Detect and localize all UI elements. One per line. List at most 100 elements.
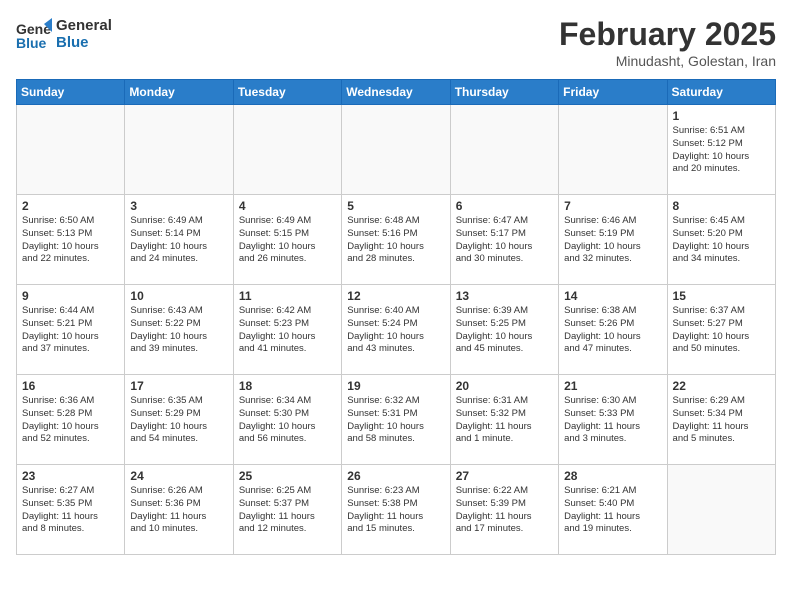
- day-number: 13: [456, 289, 553, 303]
- calendar-cell: [450, 105, 558, 195]
- logo-general: General: [56, 17, 112, 34]
- day-info: Sunrise: 6:31 AM Sunset: 5:32 PM Dayligh…: [456, 395, 553, 446]
- column-header-sunday: Sunday: [17, 80, 125, 105]
- calendar-cell: 21Sunrise: 6:30 AM Sunset: 5:33 PM Dayli…: [559, 375, 667, 465]
- day-info: Sunrise: 6:50 AM Sunset: 5:13 PM Dayligh…: [22, 215, 119, 266]
- logo-blue: Blue: [56, 34, 112, 51]
- day-info: Sunrise: 6:27 AM Sunset: 5:35 PM Dayligh…: [22, 485, 119, 536]
- day-info: Sunrise: 6:39 AM Sunset: 5:25 PM Dayligh…: [456, 305, 553, 356]
- day-number: 20: [456, 379, 553, 393]
- day-number: 21: [564, 379, 661, 393]
- day-number: 18: [239, 379, 336, 393]
- day-info: Sunrise: 6:47 AM Sunset: 5:17 PM Dayligh…: [456, 215, 553, 266]
- day-info: Sunrise: 6:26 AM Sunset: 5:36 PM Dayligh…: [130, 485, 227, 536]
- day-number: 23: [22, 469, 119, 483]
- calendar-cell: 16 Sunrise: 6:36 AM Sunset: 5:28 PM Dayli…: [17, 375, 125, 465]
- day-info: Sunrise: 6:46 AM Sunset: 5:19 PM Dayligh…: [564, 215, 661, 266]
- day-number: 22: [673, 379, 770, 393]
- day-info: Sunrise: 6:43 AM Sunset: 5:22 PM Dayligh…: [130, 305, 227, 356]
- day-number: 26: [347, 469, 444, 483]
- day-number: 4: [239, 199, 336, 213]
- calendar-cell: 19 Sunrise: 6:32 AM Sunset: 5:31 PM Dayli…: [342, 375, 450, 465]
- day-info: Sunrise: 6:48 AM Sunset: 5:16 PM Dayligh…: [347, 215, 444, 266]
- column-header-thursday: Thursday: [450, 80, 558, 105]
- calendar-cell: [233, 105, 341, 195]
- calendar-cell: 27 Sunrise: 6:22 AM Sunset: 5:39 PM Dayli…: [450, 465, 558, 555]
- calendar-cell: 8 Sunrise: 6:45 AM Sunset: 5:20 PM Daylig…: [667, 195, 775, 285]
- location: Minudasht, Golestan, Iran: [559, 53, 776, 69]
- day-info: Sunrise: 6:38 AM Sunset: 5:26 PM Dayligh…: [564, 305, 661, 356]
- day-info: Sunrise: 6:37 AM Sunset: 5:27 PM Dayligh…: [673, 305, 770, 356]
- day-info: Sunrise: 6:25 AM Sunset: 5:37 PM Dayligh…: [239, 485, 336, 536]
- day-number: 1: [673, 109, 770, 123]
- day-info: Sunrise: 6:44 AM Sunset: 5:21 PM Dayligh…: [22, 305, 119, 356]
- column-header-friday: Friday: [559, 80, 667, 105]
- day-info: Sunrise: 6:32 AM Sunset: 5:31 PM Dayligh…: [347, 395, 444, 446]
- calendar-cell: [559, 105, 667, 195]
- day-number: 17: [130, 379, 227, 393]
- day-info: Sunrise: 6:40 AM Sunset: 5:24 PM Dayligh…: [347, 305, 444, 356]
- day-number: 11: [239, 289, 336, 303]
- calendar-cell: 26 Sunrise: 6:23 AM Sunset: 5:38 PM Dayli…: [342, 465, 450, 555]
- calendar-cell: 15Sunrise: 6:37 AM Sunset: 5:27 PM Dayli…: [667, 285, 775, 375]
- calendar-cell: 2 Sunrise: 6:50 AM Sunset: 5:13 PM Daylig…: [17, 195, 125, 285]
- calendar-cell: 3 Sunrise: 6:49 AM Sunset: 5:14 PM Daylig…: [125, 195, 233, 285]
- calendar-cell: 10 Sunrise: 6:43 AM Sunset: 5:22 PM Dayli…: [125, 285, 233, 375]
- calendar-cell: 6 Sunrise: 6:47 AM Sunset: 5:17 PM Daylig…: [450, 195, 558, 285]
- day-number: 19: [347, 379, 444, 393]
- day-number: 6: [456, 199, 553, 213]
- calendar-cell: 4 Sunrise: 6:49 AM Sunset: 5:15 PM Daylig…: [233, 195, 341, 285]
- day-info: Sunrise: 6:42 AM Sunset: 5:23 PM Dayligh…: [239, 305, 336, 356]
- calendar-cell: 14 Sunrise: 6:38 AM Sunset: 5:26 PM Dayli…: [559, 285, 667, 375]
- column-header-wednesday: Wednesday: [342, 80, 450, 105]
- day-number: 16: [22, 379, 119, 393]
- logo-icon: General Blue: [16, 16, 52, 52]
- day-info: Sunrise: 6:45 AM Sunset: 5:20 PM Dayligh…: [673, 215, 770, 266]
- calendar-week-row: 16 Sunrise: 6:36 AM Sunset: 5:28 PM Dayli…: [17, 375, 776, 465]
- column-header-saturday: Saturday: [667, 80, 775, 105]
- calendar-week-row: 1 Sunrise: 6:51 AM Sunset: 5:12 PM Daylig…: [17, 105, 776, 195]
- day-number: 24: [130, 469, 227, 483]
- calendar-cell: [17, 105, 125, 195]
- day-number: 7: [564, 199, 661, 213]
- calendar-cell: 17Sunrise: 6:35 AM Sunset: 5:29 PM Dayli…: [125, 375, 233, 465]
- day-number: 2: [22, 199, 119, 213]
- day-info: Sunrise: 6:34 AM Sunset: 5:30 PM Dayligh…: [239, 395, 336, 446]
- day-number: 27: [456, 469, 553, 483]
- calendar-cell: 24 Sunrise: 6:26 AM Sunset: 5:36 PM Dayli…: [125, 465, 233, 555]
- calendar-cell: 23 Sunrise: 6:27 AM Sunset: 5:35 PM Dayli…: [17, 465, 125, 555]
- logo: General Blue General Blue: [16, 16, 112, 52]
- calendar-cell: 9Sunrise: 6:44 AM Sunset: 5:21 PM Daylig…: [17, 285, 125, 375]
- calendar-cell: [342, 105, 450, 195]
- calendar-week-row: 23 Sunrise: 6:27 AM Sunset: 5:35 PM Dayli…: [17, 465, 776, 555]
- day-info: Sunrise: 6:49 AM Sunset: 5:15 PM Dayligh…: [239, 215, 336, 266]
- calendar-cell: 18 Sunrise: 6:34 AM Sunset: 5:30 PM Dayli…: [233, 375, 341, 465]
- title-block: February 2025 Minudasht, Golestan, Iran: [559, 16, 776, 69]
- day-number: 12: [347, 289, 444, 303]
- day-info: Sunrise: 6:22 AM Sunset: 5:39 PM Dayligh…: [456, 485, 553, 536]
- calendar-cell: [125, 105, 233, 195]
- day-info: Sunrise: 6:36 AM Sunset: 5:28 PM Dayligh…: [22, 395, 119, 446]
- month-title: February 2025: [559, 16, 776, 53]
- day-number: 8: [673, 199, 770, 213]
- day-info: Sunrise: 6:49 AM Sunset: 5:14 PM Dayligh…: [130, 215, 227, 266]
- calendar-cell: 13 Sunrise: 6:39 AM Sunset: 5:25 PM Dayli…: [450, 285, 558, 375]
- calendar-table: SundayMondayTuesdayWednesdayThursdayFrid…: [16, 79, 776, 555]
- day-number: 5: [347, 199, 444, 213]
- day-info: Sunrise: 6:23 AM Sunset: 5:38 PM Dayligh…: [347, 485, 444, 536]
- calendar-week-row: 2 Sunrise: 6:50 AM Sunset: 5:13 PM Daylig…: [17, 195, 776, 285]
- calendar-cell: 11 Sunrise: 6:42 AM Sunset: 5:23 PM Dayli…: [233, 285, 341, 375]
- calendar-header-row: SundayMondayTuesdayWednesdayThursdayFrid…: [17, 80, 776, 105]
- day-info: Sunrise: 6:21 AM Sunset: 5:40 PM Dayligh…: [564, 485, 661, 536]
- day-info: Sunrise: 6:51 AM Sunset: 5:12 PM Dayligh…: [673, 125, 770, 176]
- day-info: Sunrise: 6:29 AM Sunset: 5:34 PM Dayligh…: [673, 395, 770, 446]
- svg-text:Blue: Blue: [16, 35, 47, 51]
- day-number: 10: [130, 289, 227, 303]
- day-number: 3: [130, 199, 227, 213]
- day-number: 25: [239, 469, 336, 483]
- calendar-cell: 28Sunrise: 6:21 AM Sunset: 5:40 PM Dayli…: [559, 465, 667, 555]
- day-number: 14: [564, 289, 661, 303]
- calendar-cell: 5 Sunrise: 6:48 AM Sunset: 5:16 PM Daylig…: [342, 195, 450, 285]
- page-header: General Blue General Blue February 2025 …: [16, 16, 776, 69]
- calendar-cell: 1 Sunrise: 6:51 AM Sunset: 5:12 PM Daylig…: [667, 105, 775, 195]
